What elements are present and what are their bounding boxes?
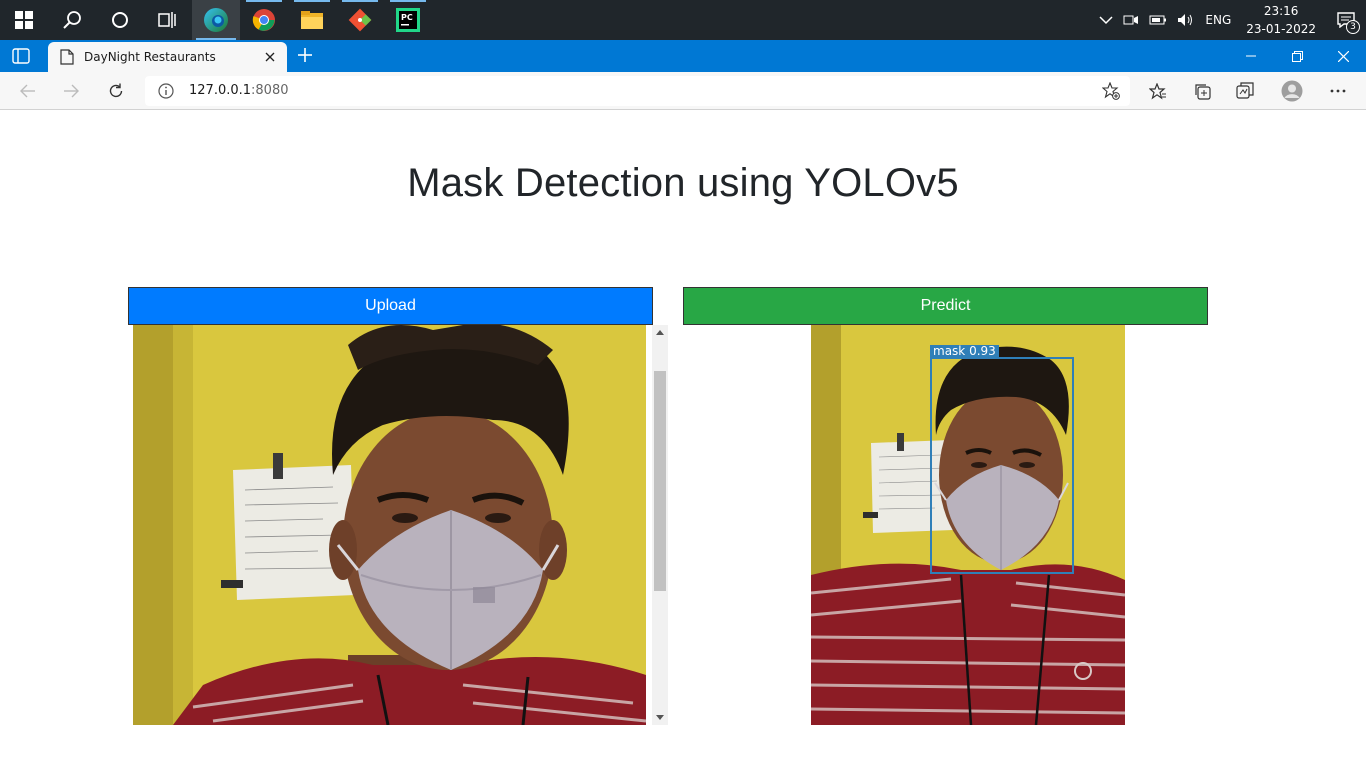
tab-actions-icon[interactable] [12,48,30,64]
collections-button[interactable] [1187,76,1217,106]
tray-language[interactable]: ENG [1200,0,1236,40]
notification-count-badge: 3 [1346,20,1360,34]
url-text[interactable]: 127.0.0.1:8080 [189,83,289,98]
refresh-icon [109,83,123,98]
windows-logo-icon [15,11,33,29]
tray-meet-now[interactable] [1118,0,1144,40]
taskbar-git[interactable] [336,0,384,40]
more-horizontal-icon [1330,89,1346,93]
tab-close-button[interactable] [259,46,281,68]
browser-toolbar: 127.0.0.1:8080 [0,72,1366,110]
search-button[interactable] [48,0,96,40]
taskbar-pycharm[interactable]: PC [384,0,432,40]
info-icon[interactable] [157,82,175,100]
detection-class: mask [933,344,966,358]
window-minimize-button[interactable] [1228,40,1274,72]
git-icon [348,8,372,32]
web-page: Mask Detection using YOLOv5 Upload Predi… [0,111,1366,768]
scroll-down-arrow-icon[interactable] [656,713,664,721]
address-bar[interactable]: 127.0.0.1:8080 [145,76,1130,106]
chrome-icon [252,9,275,31]
refresh-button[interactable] [101,76,131,106]
meet-now-icon [1123,15,1139,25]
predict-button[interactable]: Predict [683,287,1208,325]
collections-icon [1195,84,1211,100]
window-close-button[interactable] [1320,40,1366,72]
arrow-right-icon [64,84,79,98]
avatar-icon [1281,80,1303,102]
clock-date: 23-01-2022 [1246,22,1316,36]
restore-icon [1291,50,1303,62]
windows-taskbar: PC ENG 23:16 23-01-2022 3 [0,0,1366,40]
clock-time: 23:16 [1263,4,1299,18]
search-icon [63,11,81,29]
tray-volume[interactable] [1172,0,1200,40]
volume-icon [1178,14,1193,26]
system-tray: ENG 23:16 23-01-2022 3 [1094,0,1366,40]
pycharm-icon: PC [396,8,420,32]
edge-icon [204,8,228,32]
back-button[interactable] [13,76,43,106]
close-icon [265,52,275,62]
cortana-button[interactable] [96,0,144,40]
taskbar-edge[interactable] [192,0,240,40]
browser-tab-active[interactable]: DayNight Restaurants [48,42,287,72]
new-tab-button[interactable] [294,44,316,66]
scrollbar[interactable] [652,325,668,725]
browser-tab-strip: DayNight Restaurants [0,40,1366,72]
detection-confidence: 0.93 [969,344,996,358]
url-port: :8080 [251,83,289,98]
arrow-left-icon [20,84,35,98]
page-title: Mask Detection using YOLOv5 [407,161,959,205]
detection-bounding-box [930,357,1074,574]
browser-essentials-button[interactable] [1230,76,1260,106]
scrollbar-thumb[interactable] [654,371,666,591]
upload-button[interactable]: Upload [128,287,653,325]
svg-text:PC: PC [401,13,413,22]
cortana-icon [112,12,128,28]
task-view-button[interactable] [144,0,192,40]
tray-overflow[interactable] [1094,0,1118,40]
url-host: 127.0.0.1 [189,83,252,98]
profile-button[interactable] [1277,76,1307,106]
add-favorite-icon[interactable] [1102,82,1120,100]
page-icon [60,49,74,65]
plus-icon [298,48,312,62]
prediction-image: mask 0.93 [811,325,1125,725]
favorites-icon [1149,82,1166,99]
settings-more-button[interactable] [1323,76,1353,106]
tab-title: DayNight Restaurants [84,50,216,64]
performance-icon [1236,82,1254,99]
uploaded-image [133,325,646,725]
tray-battery[interactable] [1144,0,1172,40]
start-button[interactable] [0,0,48,40]
action-center-button[interactable]: 3 [1326,0,1366,40]
chevron-up-icon [1099,16,1113,25]
folder-icon [301,11,323,29]
favorites-button[interactable] [1143,76,1173,106]
task-view-icon [158,12,176,28]
close-icon [1337,50,1349,62]
tray-clock[interactable]: 23:16 23-01-2022 [1236,2,1326,38]
minimize-icon [1246,55,1256,57]
forward-button[interactable] [56,76,86,106]
battery-icon [1149,15,1167,25]
detection-label: mask 0.93 [930,345,999,358]
window-restore-button[interactable] [1274,40,1320,72]
taskbar-chrome[interactable] [240,0,288,40]
scroll-up-arrow-icon[interactable] [656,329,664,337]
upload-preview-pane[interactable] [133,325,668,725]
taskbar-file-explorer[interactable] [288,0,336,40]
